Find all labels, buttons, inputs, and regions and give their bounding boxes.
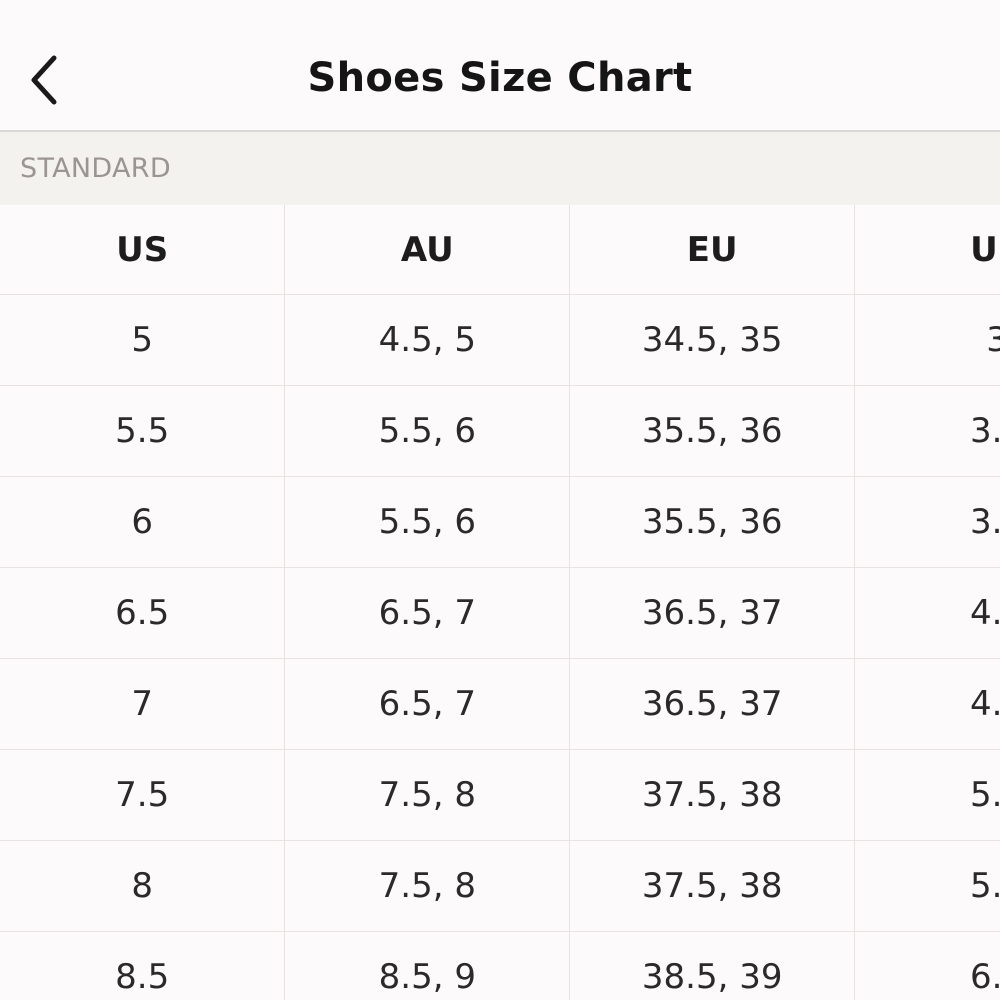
column-header-us: US	[0, 205, 286, 295]
table-row: 8 7.5, 8 37.5, 38 5.5	[0, 840, 1000, 932]
cell-uk: 5.5	[854, 840, 1000, 932]
table-row: 5.5 5.5, 6 35.5, 36 3.5	[0, 385, 1000, 477]
cell-au: 8.5, 9	[284, 931, 571, 1000]
table-row: 5 4.5, 5 34.5, 35 3	[0, 294, 1000, 386]
table-row: 7 6.5, 7 36.5, 37 4.5	[0, 658, 1000, 750]
cell-au: 7.5, 8	[284, 840, 571, 932]
cell-uk: 3.5	[854, 385, 1000, 477]
table-row: 7.5 7.5, 8 37.5, 38 5.5	[0, 749, 1000, 841]
section-header: STANDARD	[0, 132, 1000, 205]
cell-us: 7	[0, 658, 286, 750]
cell-uk: 5.5	[854, 749, 1000, 841]
table-header-row: US AU EU UK	[0, 205, 1000, 295]
column-header-au: AU	[284, 205, 571, 295]
cell-uk: 3.5	[854, 476, 1000, 568]
cell-eu: 35.5, 36	[569, 385, 856, 477]
column-header-eu: EU	[569, 205, 856, 295]
cell-eu: 37.5, 38	[569, 749, 856, 841]
cell-uk: 4.5	[854, 567, 1000, 659]
cell-au: 6.5, 7	[284, 658, 571, 750]
cell-eu: 35.5, 36	[569, 476, 856, 568]
cell-us: 6	[0, 476, 286, 568]
cell-uk: 6.5	[854, 931, 1000, 1000]
cell-us: 8.5	[0, 931, 286, 1000]
cell-us: 7.5	[0, 749, 286, 841]
cell-eu: 34.5, 35	[569, 294, 856, 386]
size-chart-screen: Shoes Size Chart STANDARD US AU EU UK 5 …	[0, 0, 1000, 1000]
section-label: STANDARD	[20, 153, 171, 184]
page-title: Shoes Size Chart	[307, 55, 693, 101]
cell-us: 8	[0, 840, 286, 932]
header-bar: Shoes Size Chart	[0, 0, 1000, 132]
size-table: US AU EU UK 5 4.5, 5 34.5, 35 3 5.5 5.5,…	[0, 205, 1000, 1000]
table-row: 8.5 8.5, 9 38.5, 39 6.5	[0, 931, 1000, 1000]
cell-eu: 38.5, 39	[569, 931, 856, 1000]
cell-us: 5.5	[0, 385, 286, 477]
cell-us: 6.5	[0, 567, 286, 659]
cell-au: 7.5, 8	[284, 749, 571, 841]
cell-uk: 3	[854, 294, 1000, 386]
table-row: 6.5 6.5, 7 36.5, 37 4.5	[0, 567, 1000, 659]
cell-au: 5.5, 6	[284, 476, 571, 568]
column-header-uk: UK	[854, 205, 1000, 295]
cell-eu: 36.5, 37	[569, 567, 856, 659]
cell-eu: 37.5, 38	[569, 840, 856, 932]
table-row: 6 5.5, 6 35.5, 36 3.5	[0, 476, 1000, 568]
cell-au: 6.5, 7	[284, 567, 571, 659]
cell-us: 5	[0, 294, 286, 386]
cell-au: 5.5, 6	[284, 385, 571, 477]
cell-eu: 36.5, 37	[569, 658, 856, 750]
cell-au: 4.5, 5	[284, 294, 571, 386]
cell-uk: 4.5	[854, 658, 1000, 750]
